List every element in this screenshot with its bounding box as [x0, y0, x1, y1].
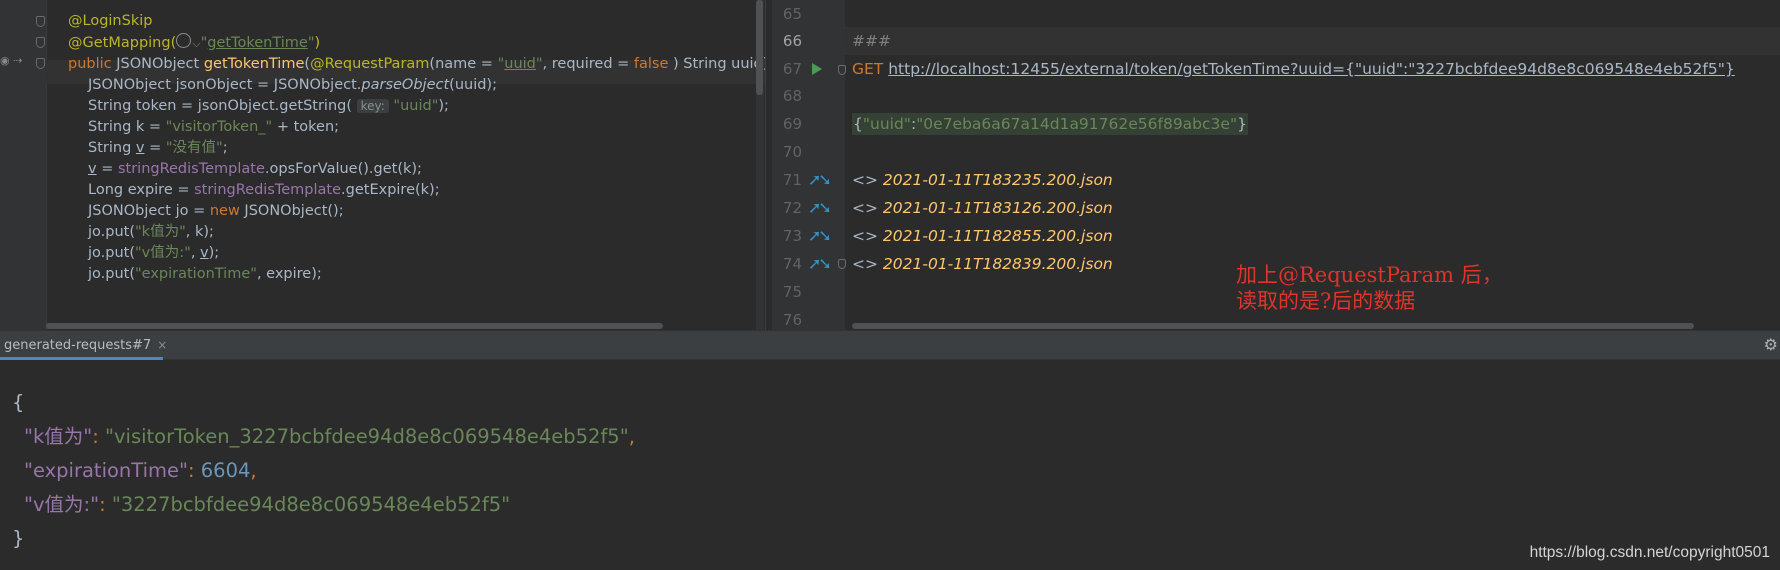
- line-number: 73: [782, 227, 802, 245]
- close-icon[interactable]: ×: [157, 338, 167, 352]
- json-entry-v: "v值为:": "3227bcbfdee94d8e8c069548e4eb52f…: [24, 493, 511, 516]
- line-number: 76: [782, 311, 802, 329]
- compare-response-icon[interactable]: ➚➘: [808, 222, 832, 250]
- request-line: GET http://localhost:12455/external/toke…: [852, 55, 1735, 83]
- parameter-hint: key:: [356, 99, 389, 113]
- watermark-text: https://blog.csdn.net/copyright0501: [1529, 544, 1770, 561]
- horizontal-scrollbar[interactable]: [852, 323, 1694, 329]
- response-history-item[interactable]: <> 2021-01-11T182839.200.json: [852, 250, 1113, 278]
- tool-window-tab-bar: generated-requests#7 × ⚙: [0, 330, 1780, 360]
- line-number: 75: [782, 283, 802, 301]
- response-history-item[interactable]: <> 2021-01-11T183235.200.json: [852, 166, 1113, 194]
- line-number: 68: [782, 87, 802, 105]
- line-number: 69: [782, 115, 802, 133]
- java-editor-pane[interactable]: ◉ ⇢ @LoginSkip @GetMapping(⌵"getTokenTim…: [0, 0, 765, 330]
- run-request-icon[interactable]: [812, 63, 822, 75]
- http-method: GET: [852, 60, 884, 78]
- chevron-down-icon[interactable]: ⌵: [192, 37, 200, 50]
- tab-generated-requests[interactable]: generated-requests#7 ×: [0, 331, 173, 360]
- gear-icon[interactable]: ⚙: [1764, 335, 1778, 354]
- fold-marker-icon[interactable]: [838, 65, 846, 75]
- response-body-panel[interactable]: { "k值为": "visitorToken_3227bcbfdee94d8e8…: [0, 360, 1780, 570]
- fold-marker-icon[interactable]: [36, 16, 45, 27]
- json-entry-expiration: "expirationTime": 6604,: [24, 459, 257, 482]
- current-line-highlight: [845, 27, 1780, 55]
- compare-response-icon[interactable]: ➚➘: [808, 166, 832, 194]
- code-line-1: @LoginSkip: [68, 13, 153, 29]
- compare-response-icon[interactable]: ➚➘: [808, 194, 832, 222]
- line-number: 65: [782, 5, 802, 23]
- line-number: 66: [782, 32, 802, 50]
- line-number: 70: [782, 143, 802, 161]
- fold-marker-icon[interactable]: [36, 37, 45, 48]
- request-url-link[interactable]: http://localhost:12455/external/token/ge…: [888, 60, 1734, 78]
- web-link-icon[interactable]: [176, 33, 192, 48]
- line-number: 71: [782, 171, 802, 189]
- fold-marker-icon[interactable]: [36, 58, 45, 69]
- fold-marker-icon[interactable]: [838, 259, 846, 269]
- response-history-item[interactable]: <> 2021-01-11T182855.200.json: [852, 222, 1113, 250]
- code-line-13: jo.put("expirationTime", expire);: [88, 266, 322, 282]
- editor-gutter: ◉ ⇢: [0, 0, 47, 330]
- response-history-item[interactable]: <> 2021-01-11T183126.200.json: [852, 194, 1113, 222]
- json-entry-k: "k值为": "visitorToken_3227bcbfdee94d8e8c0…: [24, 425, 635, 448]
- request-separator: ###: [852, 32, 891, 50]
- vertical-scrollbar-thumb[interactable]: [756, 0, 763, 95]
- request-body: {"uuid":"0e7eba6a67a14d1a91762e56f89abc3…: [852, 113, 1248, 135]
- spring-endpoint-icon[interactable]: ◉ ⇢: [0, 54, 22, 67]
- line-number: 74: [782, 255, 802, 273]
- red-annotation-note: 加上@RequestParam 后， 读取的是?后的数据: [1236, 263, 1503, 313]
- compare-response-icon[interactable]: ➚➘: [808, 250, 832, 278]
- line-number: 72: [782, 199, 802, 217]
- horizontal-scrollbar[interactable]: [46, 323, 663, 329]
- line-number: 67: [782, 60, 802, 78]
- json-close-brace: }: [12, 527, 25, 550]
- json-open-brace: {: [12, 391, 25, 414]
